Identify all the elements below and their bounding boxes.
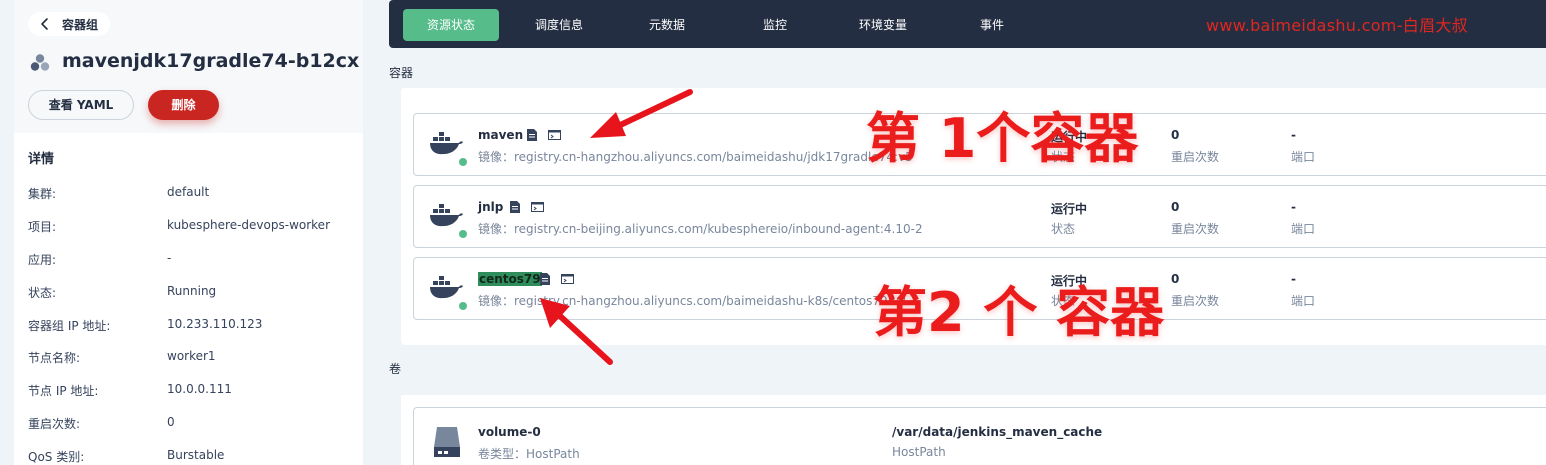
detail-label: 容器组 IP 地址:	[28, 319, 111, 333]
detail-value: -	[167, 251, 172, 265]
logs-icon[interactable]	[539, 273, 551, 285]
tab-events[interactable]: 事件	[971, 9, 1013, 41]
container-restarts: 0	[1171, 200, 1180, 214]
annotation-second-container: 第2 个 容器	[873, 281, 1165, 344]
detail-label: 节点名称:	[28, 351, 81, 365]
tab-env-vars[interactable]: 环境变量	[849, 9, 917, 41]
detail-value: 10.233.110.123	[167, 317, 263, 331]
detail-label: 节点 IP 地址:	[28, 384, 99, 398]
container-ports: -	[1291, 128, 1296, 142]
container-restarts: 0	[1171, 272, 1180, 286]
docker-icon	[430, 276, 463, 299]
chevron-left-icon	[41, 18, 48, 30]
container-restarts-label: 重启次数	[1171, 222, 1220, 236]
container-name: centos79	[478, 272, 542, 286]
containers-section-title: 容器	[389, 66, 414, 80]
volume-type: 卷类型：HostPath	[478, 447, 580, 461]
container-ports-label: 端口	[1291, 222, 1316, 236]
detail-value: kubesphere-devops-worker	[167, 218, 330, 232]
volume-row[interactable]: volume-0 卷类型：HostPath /var/data/jenkins_…	[413, 407, 1546, 465]
detail-label: QoS 类别:	[28, 450, 85, 464]
watermark: www.baimeidashu.com-白眉大叔	[1206, 16, 1468, 35]
container-ports: -	[1291, 272, 1296, 286]
container-name: jnlp	[478, 200, 504, 214]
tab-metadata[interactable]: 元数据	[634, 9, 700, 41]
container-restarts: 0	[1171, 128, 1180, 142]
pod-icon	[30, 54, 50, 71]
pod-name: mavenjdk17gradle74-b12cx	[62, 50, 360, 72]
details-title: 详情	[28, 152, 55, 167]
annotation-arrow-icon	[540, 298, 613, 365]
logs-icon[interactable]	[526, 129, 538, 141]
container-name: maven	[478, 128, 524, 142]
volumes-section-title: 卷	[389, 362, 402, 376]
container-restarts-label: 重启次数	[1171, 150, 1220, 164]
docker-icon	[430, 204, 463, 227]
detail-label: 应用:	[28, 253, 57, 267]
tab-scheduling[interactable]: 调度信息	[519, 9, 599, 41]
detail-label: 状态:	[28, 286, 57, 300]
back-button[interactable]: 容器组	[28, 12, 111, 36]
detail-value: Burstable	[167, 448, 225, 462]
volume-path: /var/data/jenkins_maven_cache	[892, 425, 1103, 439]
container-status: 运行中	[1051, 202, 1088, 216]
terminal-icon[interactable]	[531, 201, 544, 213]
running-status-dot	[459, 302, 467, 310]
view-yaml-button[interactable]: 查看 YAML	[28, 90, 134, 120]
running-status-dot	[459, 230, 467, 238]
tab-monitoring[interactable]: 监控	[754, 9, 796, 41]
container-ports-label: 端口	[1291, 150, 1316, 164]
container-row-jnlp[interactable]: jnlp 镜像：registry.cn-beijing.aliyuncs.com…	[413, 185, 1546, 248]
detail-value: worker1	[167, 349, 216, 363]
disk-icon	[434, 427, 460, 457]
volume-name: volume-0	[478, 425, 541, 439]
container-restarts-label: 重启次数	[1171, 294, 1220, 308]
running-status-dot	[459, 158, 467, 166]
container-status-label: 状态	[1051, 222, 1076, 236]
container-ports-label: 端口	[1291, 294, 1316, 308]
annotation-first-container: 第 1个容器	[866, 107, 1139, 170]
detail-value: default	[167, 185, 210, 199]
detail-value: 0	[167, 415, 175, 429]
terminal-icon[interactable]	[548, 129, 561, 141]
pod-detail-panel: 容器组 mavenjdk17gradle74-b12cx 查看 YAML 删除 …	[14, 0, 363, 465]
detail-label: 集群:	[28, 187, 57, 201]
detail-label: 重启次数:	[28, 417, 81, 431]
tab-resource-status[interactable]: 资源状态	[403, 9, 499, 41]
docker-icon	[430, 132, 463, 155]
container-ports: -	[1291, 200, 1296, 214]
detail-label: 项目:	[28, 220, 57, 234]
container-image: 镜像：registry.cn-beijing.aliyuncs.com/kube…	[478, 222, 923, 236]
delete-button[interactable]: 删除	[148, 90, 219, 120]
detail-value: 10.0.0.111	[167, 382, 232, 396]
container-image: 镜像：registry.cn-hangzhou.aliyuncs.com/bai…	[478, 150, 913, 164]
back-label: 容器组	[62, 17, 99, 32]
detail-value: Running	[167, 284, 217, 298]
annotation-arrow-icon	[590, 89, 693, 138]
logs-icon[interactable]	[509, 201, 521, 213]
terminal-icon[interactable]	[561, 273, 574, 285]
volume-path-type: HostPath	[892, 445, 946, 459]
